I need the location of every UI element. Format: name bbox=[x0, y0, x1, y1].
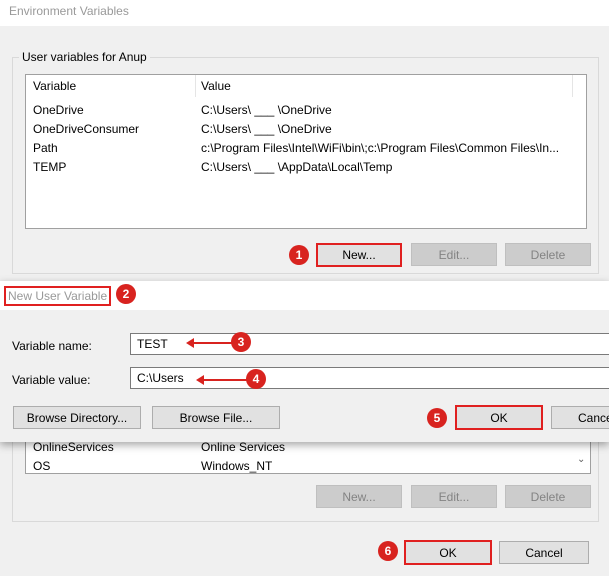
column-header-variable[interactable]: Variable bbox=[33, 79, 76, 93]
variable-value: Windows_NT bbox=[201, 459, 273, 473]
chevron-down-icon[interactable]: ⌄ bbox=[577, 454, 585, 465]
window-ok-button[interactable]: OK bbox=[404, 540, 492, 565]
arrow-left-icon bbox=[186, 338, 232, 348]
user-new-button[interactable]: New... bbox=[316, 243, 402, 267]
variable-value: Online Services bbox=[201, 440, 286, 454]
list-item[interactable]: OS Windows_NT bbox=[26, 456, 590, 473]
variable-name: Path bbox=[33, 141, 58, 155]
window-titlebar: Environment Variables bbox=[0, 0, 609, 26]
system-edit-button[interactable]: Edit... bbox=[411, 485, 497, 508]
callout-badge-6: 6 bbox=[378, 541, 398, 561]
window-title: Environment Variables bbox=[9, 4, 129, 18]
variable-value: C:\Users\ ___ \OneDrive bbox=[201, 103, 332, 117]
browse-directory-button[interactable]: Browse Directory... bbox=[13, 406, 141, 429]
dialog-ok-button[interactable]: OK bbox=[455, 405, 543, 430]
list-item[interactable]: OneDrive C:\Users\ ___ \OneDrive bbox=[26, 100, 586, 119]
list-header: Variable Value bbox=[26, 75, 586, 97]
user-edit-button[interactable]: Edit... bbox=[411, 243, 497, 266]
list-item[interactable]: TEMP C:\Users\ ___ \AppData\Local\Temp bbox=[26, 157, 586, 176]
variable-name-label: Variable name: bbox=[12, 339, 92, 353]
variable-name: TEMP bbox=[33, 160, 67, 174]
dialog-titlebar: New User Variable bbox=[0, 281, 609, 310]
callout-badge-2: 2 bbox=[116, 284, 136, 304]
variable-name: OnlineServices bbox=[33, 440, 114, 454]
variable-value-label: Variable value: bbox=[12, 373, 91, 387]
variable-value: c:\Program Files\Intel\WiFi\bin\;c:\Prog… bbox=[201, 141, 560, 155]
variable-value: C:\Users\ ___ \OneDrive bbox=[201, 122, 332, 136]
window-cancel-button[interactable]: Cancel bbox=[499, 541, 589, 564]
arrow-left-icon bbox=[196, 375, 247, 385]
callout-badge-3: 3 bbox=[231, 332, 251, 352]
environment-variables-window: Environment Variables User variables for… bbox=[0, 0, 609, 576]
column-separator[interactable] bbox=[572, 75, 573, 97]
callout-badge-1: 1 bbox=[289, 245, 309, 265]
variable-value: C:\Users\ ___ \AppData\Local\Temp bbox=[201, 160, 393, 174]
list-item[interactable]: Path c:\Program Files\Intel\WiFi\bin\;c:… bbox=[26, 138, 586, 157]
callout-badge-4: 4 bbox=[246, 369, 266, 389]
dialog-title: New User Variable bbox=[4, 286, 112, 306]
callout-badge-5: 5 bbox=[427, 408, 447, 428]
list-item[interactable]: OneDriveConsumer C:\Users\ ___ \OneDrive bbox=[26, 119, 586, 138]
user-delete-button[interactable]: Delete bbox=[505, 243, 591, 266]
variable-name: OS bbox=[33, 459, 51, 473]
variable-name: OneDrive bbox=[33, 103, 84, 117]
variable-name: OneDriveConsumer bbox=[33, 122, 140, 136]
column-separator[interactable] bbox=[195, 75, 196, 97]
user-variables-list[interactable]: Variable Value OneDrive C:\Users\ ___ \O… bbox=[25, 74, 587, 229]
dialog-cancel-button[interactable]: Cance bbox=[551, 406, 609, 429]
system-new-button[interactable]: New... bbox=[316, 485, 402, 508]
browse-file-button[interactable]: Browse File... bbox=[152, 406, 280, 429]
new-user-variable-dialog: New User Variable 2 Variable name: TEST … bbox=[0, 281, 609, 442]
column-header-value[interactable]: Value bbox=[201, 79, 231, 93]
user-variables-label: User variables for Anup bbox=[19, 50, 150, 64]
system-delete-button[interactable]: Delete bbox=[505, 485, 591, 508]
